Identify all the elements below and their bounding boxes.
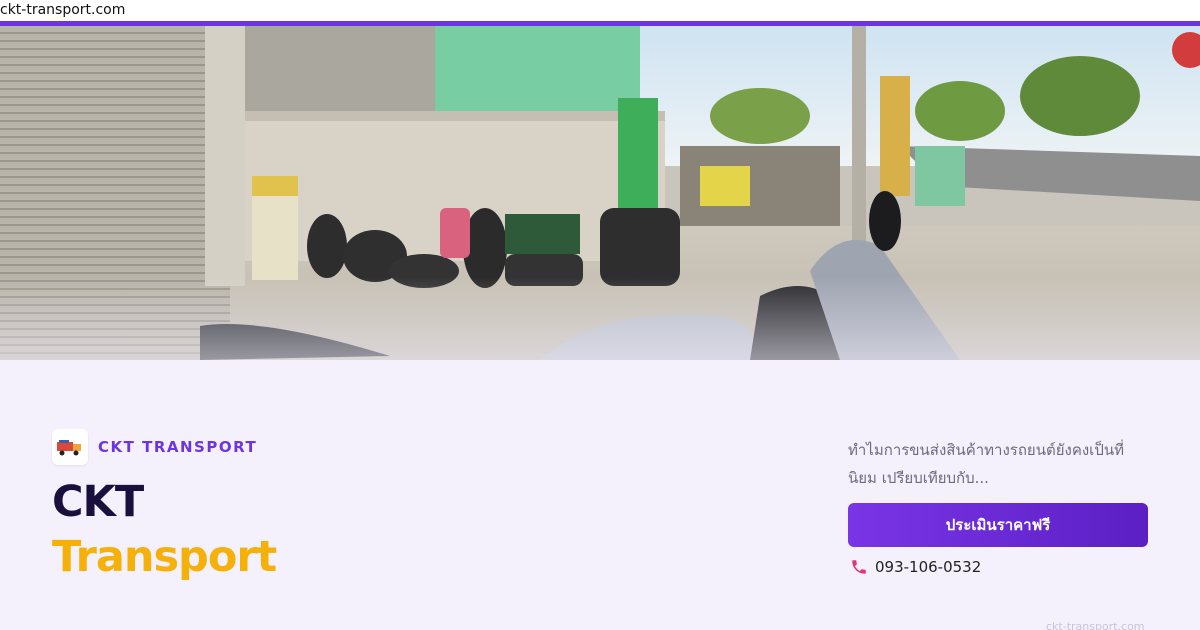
page-title-line-1: CKT bbox=[52, 477, 144, 527]
hero-image bbox=[0, 26, 1200, 360]
truck-logo-icon bbox=[52, 429, 88, 465]
footer-domain: ckt-transport.com bbox=[1046, 620, 1145, 630]
brand-name: CKT TRANSPORT bbox=[98, 438, 258, 456]
browser-url-bar[interactable]: ckt-transport.com bbox=[0, 0, 1200, 21]
phone-icon bbox=[850, 558, 868, 576]
phone-link[interactable]: 093-106-0532 bbox=[850, 558, 981, 576]
page-title-line-2: Transport bbox=[52, 532, 277, 582]
free-quote-button[interactable]: ประเมินราคาฟรี bbox=[848, 503, 1148, 547]
phone-number: 093-106-0532 bbox=[875, 558, 982, 576]
brand-row[interactable]: CKT TRANSPORT bbox=[52, 429, 257, 465]
hero-photo-illustration bbox=[0, 26, 1200, 360]
free-quote-button-label: ประเมินราคาฟรี bbox=[945, 516, 1051, 534]
browser-url-text: ckt-transport.com bbox=[0, 2, 126, 18]
hero-content-panel: CKT TRANSPORT CKT Transport ทำไมการขนส่ง… bbox=[0, 360, 1200, 630]
article-excerpt: ทำไมการขนส่งสินค้าทางรถยนต์ยังคงเป็นที่น… bbox=[848, 441, 1124, 487]
